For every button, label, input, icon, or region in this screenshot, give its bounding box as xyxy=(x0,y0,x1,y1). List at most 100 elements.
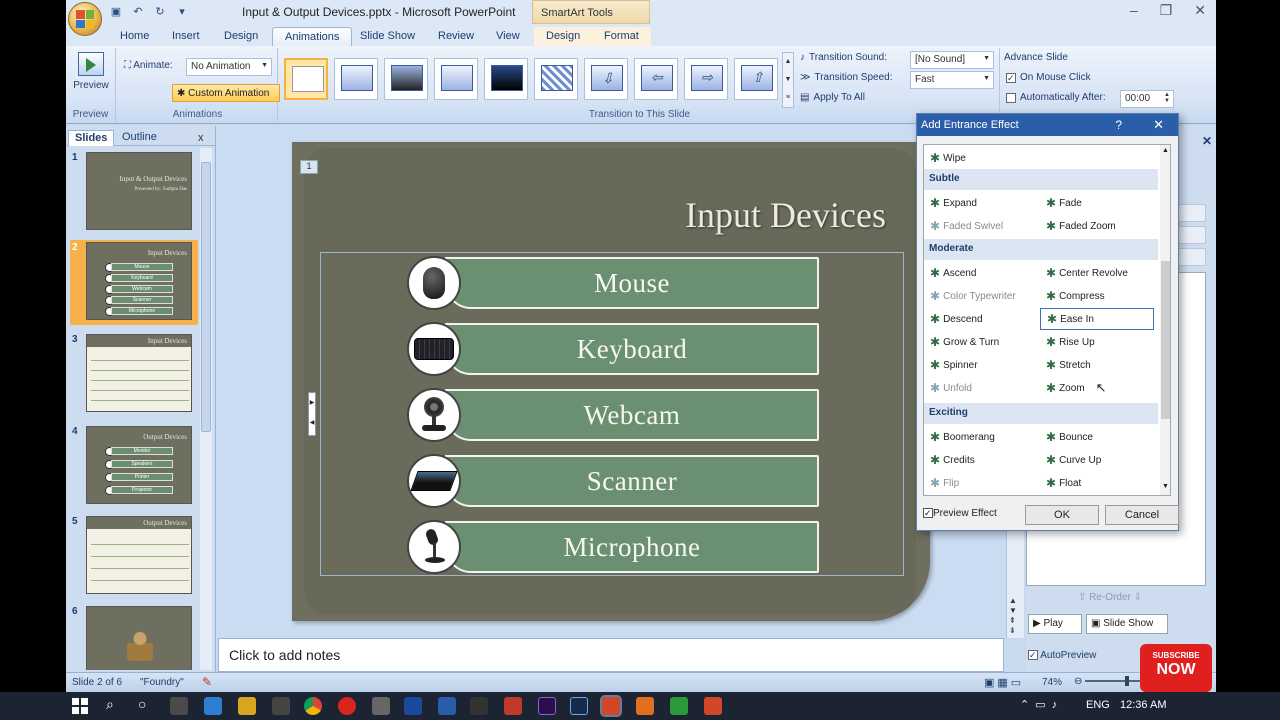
effect-expand[interactable]: ✱ Expand xyxy=(924,192,1040,214)
transition-fade-smoothly[interactable] xyxy=(334,58,378,100)
store-icon[interactable] xyxy=(170,697,188,715)
opera-icon[interactable] xyxy=(338,697,356,715)
apply-to-all-button[interactable]: ▤ Apply To All xyxy=(800,92,865,103)
zoom-level[interactable]: 74% xyxy=(1042,677,1062,688)
ok-button[interactable]: OK xyxy=(1025,505,1099,525)
minimize-icon[interactable]: – xyxy=(1130,2,1138,19)
play-button[interactable]: ▶ Play xyxy=(1028,614,1082,634)
effect-float[interactable]: ✱ Float xyxy=(1040,472,1156,494)
dialog-close-icon[interactable]: ✕ xyxy=(1153,117,1164,133)
help-icon[interactable]: ? xyxy=(1115,118,1122,132)
notes-pane[interactable]: Click to add notes xyxy=(218,638,1004,672)
slide-thumbnail-3[interactable]: 3 Input Devices xyxy=(70,332,198,417)
slides-scrollbar[interactable] xyxy=(200,148,212,670)
effect-ease-in[interactable]: ✱ Ease In xyxy=(1040,308,1154,330)
cancel-button[interactable]: Cancel xyxy=(1105,505,1179,525)
effect-credits[interactable]: ✱ Credits xyxy=(924,449,1040,471)
transition-wipe-down[interactable]: ⇩ xyxy=(584,58,628,100)
app-icon[interactable] xyxy=(504,697,522,715)
effect-faded-swivel[interactable]: ✱ Faded Swivel xyxy=(924,215,1040,237)
effect-faded-zoom[interactable]: ✱ Faded Zoom xyxy=(1040,215,1156,237)
effect-list[interactable]: ✱ Wipe Subtle ✱ Expand ✱ Fade ✱ Faded Swivel… xyxy=(923,144,1171,496)
close-pane-icon[interactable]: ✕ xyxy=(1202,134,1212,148)
smartart-item-scanner[interactable]: Scanner xyxy=(407,454,819,508)
photoshop-icon[interactable] xyxy=(570,697,588,715)
save-icon[interactable]: ▣ xyxy=(108,4,124,19)
close-icon[interactable]: ✕ xyxy=(1194,2,1206,19)
edge-icon[interactable] xyxy=(204,697,222,715)
chrome-icon[interactable] xyxy=(304,697,322,715)
transition-cut-black[interactable] xyxy=(484,58,528,100)
app-icon[interactable] xyxy=(372,697,390,715)
tab-review[interactable]: Review xyxy=(426,27,486,46)
clock[interactable]: 12:36 AM xyxy=(1120,699,1166,711)
customize-qat-icon[interactable]: ▾ xyxy=(174,4,190,19)
custom-animation-button[interactable]: ✱ Custom Animation xyxy=(172,84,280,102)
preview-effect-checkbox[interactable]: ✓Preview Effect xyxy=(923,508,997,519)
maximize-icon[interactable]: ❐ xyxy=(1160,2,1173,19)
app-icon[interactable] xyxy=(670,697,688,715)
prev-next-slide-icons[interactable]: ▲ ▼ ⇞ ⇟ xyxy=(1009,596,1017,636)
effect-spinner[interactable]: ✱ Spinner xyxy=(924,354,1040,376)
scroll-down-icon[interactable]: ▼ xyxy=(1162,483,1169,490)
tab-view[interactable]: View xyxy=(484,27,532,46)
effect-unfold[interactable]: ✱ Unfold xyxy=(924,377,1040,399)
transition-wipe-up[interactable]: ⇧ xyxy=(734,58,778,100)
effect-compress[interactable]: ✱ Compress xyxy=(1040,285,1156,307)
effect-bounce[interactable]: ✱ Bounce xyxy=(1040,426,1156,448)
smartart-item-webcam[interactable]: Webcam xyxy=(407,388,819,442)
tab-slides[interactable]: Slides xyxy=(68,130,115,146)
smartart-graphic[interactable]: Mouse Keyboard Webcam Scanner Microphone xyxy=(320,252,904,576)
preview-button[interactable]: Preview xyxy=(72,52,110,91)
word-icon[interactable] xyxy=(404,697,422,715)
transition-cut[interactable] xyxy=(434,58,478,100)
transition-gallery-scroll[interactable]: ▲ ▼ ≡ xyxy=(782,52,794,108)
undo-icon[interactable]: ↶ xyxy=(130,4,146,19)
tab-slide-show[interactable]: Slide Show xyxy=(348,27,427,46)
effect-flip[interactable]: ✱ Flip xyxy=(924,472,1040,494)
app-icon[interactable] xyxy=(704,697,722,715)
effect-grow-and-turn[interactable]: ✱ Grow & Turn xyxy=(924,331,1040,353)
slide-thumbnail-2[interactable]: 2 Input Devices Mouse Keyboard Webcam Sc… xyxy=(70,240,198,325)
effect-stretch[interactable]: ✱ Stretch xyxy=(1040,354,1156,376)
tab-home[interactable]: Home xyxy=(108,27,161,46)
auto-time-spinner[interactable]: 00:00 ▲ ▼ xyxy=(1120,90,1174,108)
effect-zoom[interactable]: ✱ Zoom ↖ xyxy=(1040,377,1156,399)
powerpoint-icon[interactable] xyxy=(600,695,622,717)
scroll-thumb[interactable] xyxy=(201,162,211,432)
task-view-icon[interactable]: ○ xyxy=(138,696,146,712)
effect-color-typewriter[interactable]: ✱ Color Typewriter xyxy=(924,285,1040,307)
slide-thumbnail-4[interactable]: 4 Output Devices Monitor Speakers Printe… xyxy=(70,424,198,509)
transition-sound-dropdown[interactable]: [No Sound] ▼ xyxy=(910,51,994,69)
redo-icon[interactable]: ↻ xyxy=(152,4,168,19)
autopreview-checkbox[interactable]: ✓ AutoPreview xyxy=(1028,650,1096,661)
windows-start-icon[interactable] xyxy=(72,698,88,714)
transition-fade-black[interactable] xyxy=(384,58,428,100)
smartart-item-mouse[interactable]: Mouse xyxy=(407,256,819,310)
scroll-up-icon[interactable]: ▲ xyxy=(1162,147,1169,154)
effect-boomerang[interactable]: ✱ Boomerang xyxy=(924,426,1040,448)
close-panel-icon[interactable]: x xyxy=(198,132,204,144)
transition-wipe-left[interactable]: ⇦ xyxy=(634,58,678,100)
on-mouse-click-checkbox[interactable]: ✓ On Mouse Click xyxy=(1006,72,1091,83)
firefox-icon[interactable] xyxy=(272,697,290,715)
slide-thumbnail-1[interactable]: 1 Input & Output Devices Presented by: S… xyxy=(70,150,198,235)
app-icon[interactable] xyxy=(438,697,456,715)
slide-thumbnail-6[interactable]: 6 xyxy=(70,604,198,670)
spell-check-icon[interactable]: ✎ xyxy=(202,675,212,689)
language-indicator[interactable]: ENG xyxy=(1086,699,1110,711)
tab-animations[interactable]: Animations xyxy=(272,27,353,46)
tray-icons[interactable]: ⌃▭♪ xyxy=(1020,698,1063,711)
effect-rise-up[interactable]: ✱ Rise Up xyxy=(1040,331,1156,353)
transition-wipe-right[interactable]: ⇨ xyxy=(684,58,728,100)
scroll-thumb[interactable] xyxy=(1161,261,1170,419)
tab-smartart-design[interactable]: Design xyxy=(534,27,593,46)
effect-ascend[interactable]: ✱ Ascend xyxy=(924,262,1040,284)
office-button[interactable] xyxy=(68,2,102,36)
automatically-after-checkbox[interactable]: Automatically After: xyxy=(1006,92,1106,103)
transition-speed-dropdown[interactable]: Fast ▼ xyxy=(910,71,994,89)
smartart-item-microphone[interactable]: Microphone xyxy=(407,520,819,574)
search-icon[interactable]: ⌕ xyxy=(106,696,114,713)
slide-thumbnail-5[interactable]: 5 Output Devices xyxy=(70,514,198,599)
move-down-icon[interactable]: ⇩ xyxy=(1134,592,1142,603)
